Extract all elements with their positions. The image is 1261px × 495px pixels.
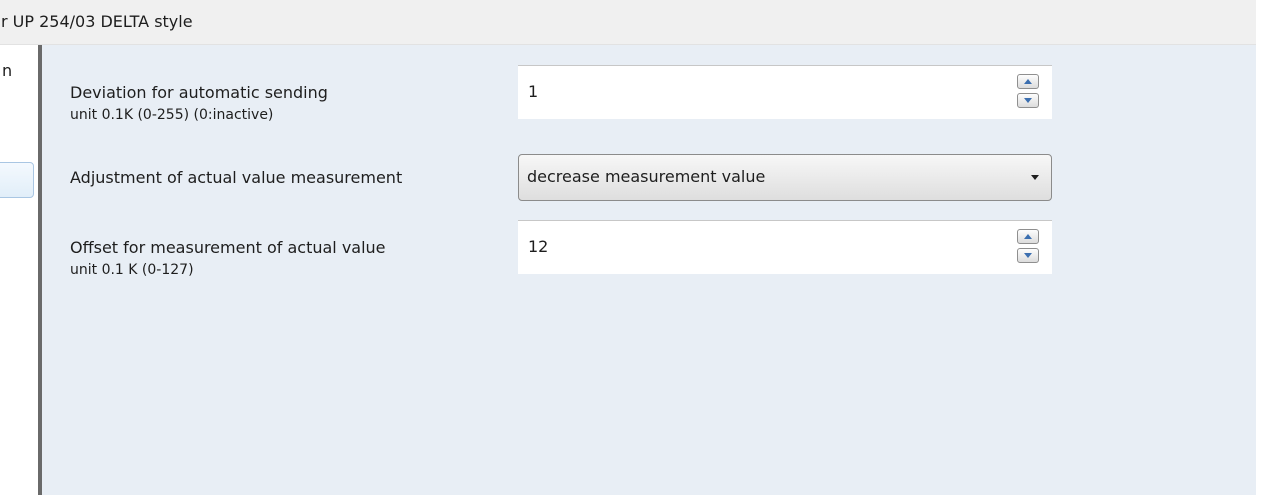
- adjustment-dropdown[interactable]: decrease measurement value: [518, 154, 1052, 201]
- window-title: r UP 254/03 DELTA style: [1, 12, 193, 31]
- deviation-label: Deviation for automatic sending unit 0.1…: [70, 82, 328, 126]
- offset-label-line2: unit 0.1 K (0-127): [70, 262, 194, 278]
- offset-value[interactable]: 12: [528, 237, 548, 257]
- offset-spin-down-button[interactable]: [1017, 248, 1039, 263]
- left-panel-selected-item[interactable]: [0, 162, 34, 198]
- offset-label-line1: Offset for measurement of actual value: [70, 238, 386, 257]
- deviation-value[interactable]: 1: [528, 82, 538, 102]
- triangle-down-icon: [1024, 253, 1032, 258]
- triangle-down-icon: [1024, 98, 1032, 103]
- adjustment-label: Adjustment of actual value measurement: [70, 167, 402, 189]
- offset-label: Offset for measurement of actual value u…: [70, 237, 386, 281]
- window-titlebar: r UP 254/03 DELTA style: [0, 0, 1256, 45]
- left-panel-clipped-text: n: [2, 61, 13, 80]
- deviation-spinbox[interactable]: 1: [518, 65, 1052, 119]
- deviation-spin-down-button[interactable]: [1017, 93, 1039, 108]
- parameter-panel: Deviation for automatic sending unit 0.1…: [42, 45, 1256, 495]
- left-navigation-panel: n: [0, 45, 38, 495]
- offset-spinbox[interactable]: 12: [518, 220, 1052, 274]
- deviation-spin-up-button[interactable]: [1017, 74, 1039, 89]
- adjustment-label-line1: Adjustment of actual value measurement: [70, 168, 403, 187]
- deviation-label-line1: Deviation for automatic sending: [70, 83, 328, 102]
- triangle-up-icon: [1024, 79, 1032, 84]
- adjustment-selected-value: decrease measurement value: [527, 167, 766, 186]
- deviation-label-line2: unit 0.1K (0-255) (0:inactive): [70, 107, 274, 123]
- chevron-down-icon: [1031, 175, 1039, 180]
- triangle-up-icon: [1024, 234, 1032, 239]
- offset-spin-up-button[interactable]: [1017, 229, 1039, 244]
